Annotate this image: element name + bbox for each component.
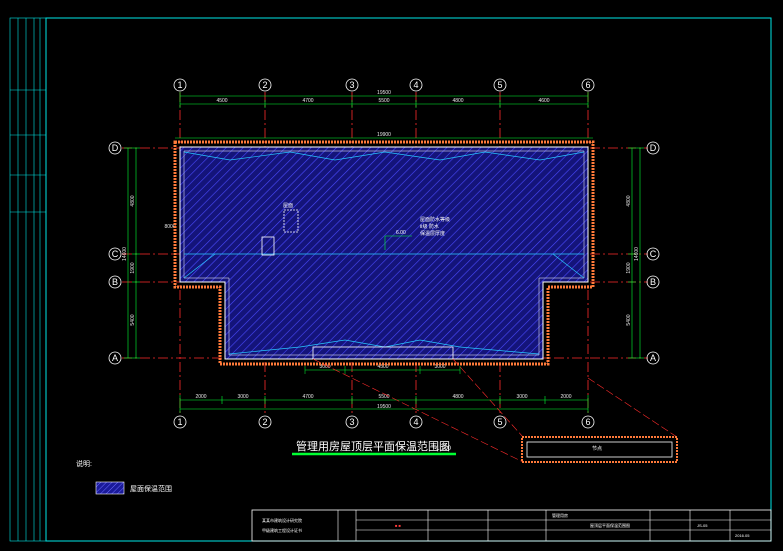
dim-top-2: 4700 <box>302 98 313 104</box>
legend-label: 屋面保温范围 <box>130 484 172 493</box>
axis-label: C <box>112 249 119 259</box>
dim-right-2: 1900 <box>626 262 632 273</box>
roof-note-2: Ⅱ级 防水 <box>420 223 439 230</box>
dim-bottom-5: 4800 <box>452 394 463 400</box>
dim-top-4: 4800 <box>452 98 463 104</box>
tb-company-1: 某某市建筑设计研究院 <box>262 517 302 523</box>
axis-label: 1 <box>177 417 182 427</box>
dim-bottom-2: 3000 <box>237 394 248 400</box>
tb-project: 管理用房 <box>552 512 568 518</box>
axis-label: 3 <box>349 80 354 90</box>
axis-label: B <box>650 277 656 287</box>
dim-right-total: 14600 <box>634 247 640 261</box>
dim-top-3: 5500 <box>378 98 389 104</box>
axis-label: 3 <box>349 417 354 427</box>
axis-label: 1 <box>177 80 182 90</box>
roof-hatched-area <box>179 146 589 360</box>
axis-label: A <box>650 353 656 363</box>
dim-inner-total: 19900 <box>377 132 391 138</box>
dim-left-3: 5400 <box>130 314 136 325</box>
axis-label: 4 <box>413 80 418 90</box>
axis-label: 4 <box>413 417 418 427</box>
axis-label: 6 <box>585 417 590 427</box>
axis-label: 5 <box>497 417 502 427</box>
notes-label: 说明: <box>76 459 92 468</box>
roof-note-1: 屋面防水等级 <box>420 216 450 223</box>
drawing-scale: 1:100 <box>436 446 452 452</box>
dim-left-2: 1900 <box>130 262 136 273</box>
axis-label: 2 <box>262 417 267 427</box>
dim-bottom-total: 19500 <box>377 404 391 410</box>
dim-left-1: 4800 <box>130 195 136 206</box>
axis-label: 6 <box>585 80 590 90</box>
roof-plan: 屋面 6.00 屋面防水等级 Ⅱ级 防水 保温层厚度 <box>173 140 595 366</box>
tb-stamp: ■ ■ <box>395 523 402 528</box>
plan-note-mid: 6.00 <box>396 230 406 236</box>
tb-drawing-no: JS-05 <box>697 523 708 528</box>
dim-top-5: 4600 <box>538 98 549 104</box>
cad-drawing-canvas: 1 2 3 4 5 6 1 2 3 4 5 6 D C B A D C B A … <box>9 17 772 542</box>
axis-label: C <box>650 249 657 259</box>
axis-label: 2 <box>262 80 267 90</box>
dim-top-total: 19500 <box>377 90 391 96</box>
title-block: 某某市建筑设计研究院 甲级建筑工程设计证书 ■ ■ 管理用房 屋顶层平面保温范围… <box>251 509 772 542</box>
row-axis-bubbles-right: D C B A <box>646 141 660 365</box>
axis-label: B <box>112 277 118 287</box>
axis-label: D <box>650 143 657 153</box>
dim-right-3: 5400 <box>626 314 632 325</box>
tb-company-2: 甲级建筑工程设计证书 <box>262 527 302 533</box>
dim-left-total: 14600 <box>122 247 128 261</box>
dim-top-1: 4500 <box>216 98 227 104</box>
roof-note-3: 保温层厚度 <box>420 230 445 237</box>
column-axis-bubbles-bottom: 1 2 3 4 5 6 <box>173 415 595 429</box>
axis-label: D <box>112 143 119 153</box>
dim-bottom-1: 2000 <box>195 394 206 400</box>
tb-sheet-title: 屋顶层平面保温范围图 <box>590 522 630 528</box>
dim-bottom-6: 3000 <box>516 394 527 400</box>
axis-label: A <box>112 353 118 363</box>
row-axis-bubbles-left: D C B A <box>108 141 122 365</box>
binding-strip <box>10 89 46 213</box>
drawing-title: 管理用房屋顶层平面保温范围图 <box>296 439 450 453</box>
dim-bottom-3: 4700 <box>302 394 313 400</box>
axis-label: 5 <box>497 80 502 90</box>
dim-right-1: 4800 <box>626 195 632 206</box>
dim-bottom-7: 2000 <box>560 394 571 400</box>
detail-label: 节点 <box>592 446 602 452</box>
dim-bottom-4: 5500 <box>378 394 389 400</box>
tb-date: 2016.05 <box>735 533 750 538</box>
plan-note-box: 屋面 <box>283 203 293 209</box>
legend-swatch <box>95 481 125 495</box>
